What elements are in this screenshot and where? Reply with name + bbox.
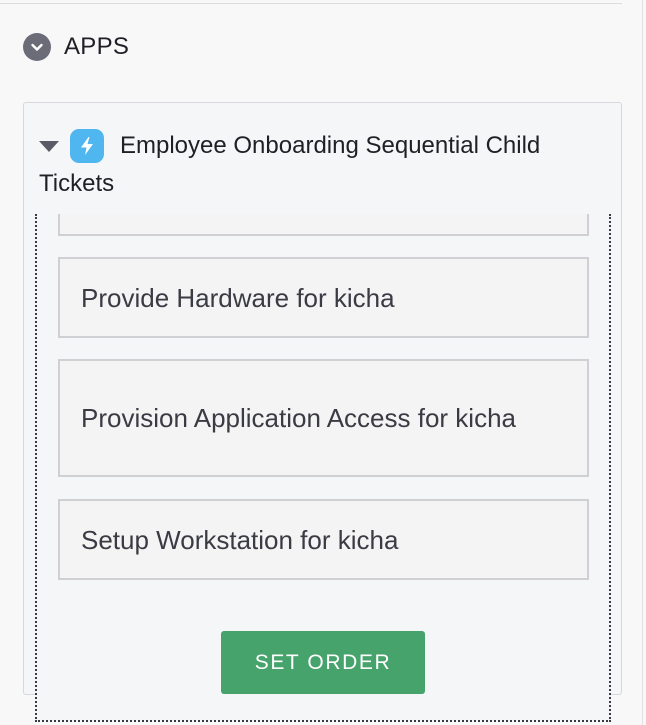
- apps-section-title: APPS: [64, 33, 130, 60]
- app-title: Employee Onboarding Sequential Child Tic…: [39, 132, 541, 197]
- set-order-button[interactable]: SET ORDER: [221, 631, 425, 694]
- ticket-item[interactable]: [58, 214, 589, 236]
- ticket-item[interactable]: Provision Application Access for kicha: [58, 359, 589, 477]
- sidebar-right-border: [642, 0, 643, 725]
- apps-section-header: APPS: [23, 32, 129, 62]
- ticket-item[interactable]: Provide Hardware for kicha: [58, 257, 589, 338]
- chevron-down-icon[interactable]: [23, 33, 51, 61]
- top-divider: [0, 3, 622, 4]
- lightning-bolt-icon: [70, 129, 104, 163]
- ticket-item[interactable]: Setup Workstation for kicha: [58, 499, 589, 580]
- app-panel: Employee Onboarding Sequential Child Tic…: [23, 102, 622, 722]
